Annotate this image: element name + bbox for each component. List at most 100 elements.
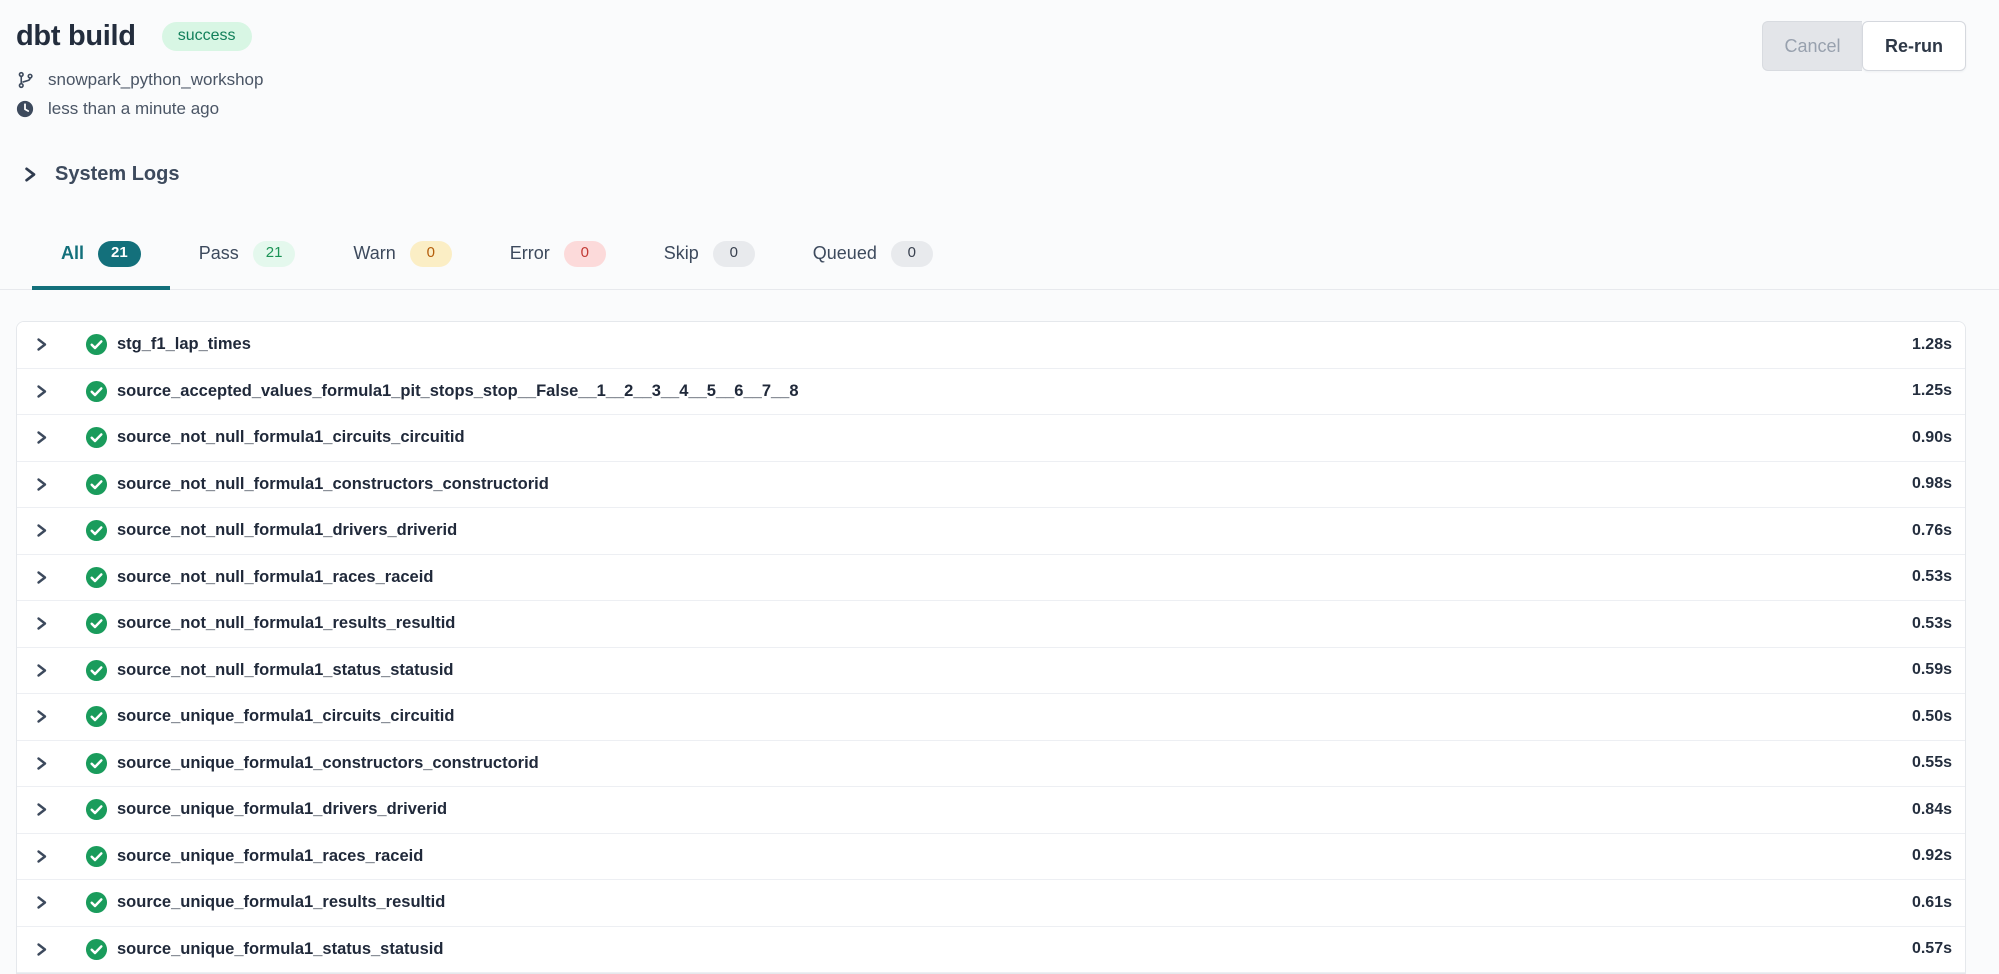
check-circle-icon — [85, 612, 108, 635]
tab-count-badge: 21 — [98, 241, 141, 267]
result-duration: 0.53s — [1912, 615, 1952, 633]
tab-label: Queued — [813, 243, 877, 264]
tab-error[interactable]: Error 0 — [481, 232, 635, 290]
result-name: source_unique_formula1_status_statusid — [117, 940, 443, 959]
chevron-right-icon[interactable] — [34, 616, 49, 631]
result-name: source_not_null_formula1_circuits_circui… — [117, 428, 465, 447]
chevron-right-icon[interactable] — [34, 384, 49, 399]
check-circle-icon — [85, 752, 108, 775]
tab-all[interactable]: All 21 — [32, 232, 170, 290]
tab-label: Error — [510, 243, 550, 264]
chevron-right-icon[interactable] — [34, 849, 49, 864]
result-name: source_accepted_values_formula1_pit_stop… — [117, 382, 799, 401]
result-row[interactable]: source_unique_formula1_drivers_driverid … — [17, 787, 1965, 834]
result-name: source_unique_formula1_drivers_driverid — [117, 800, 447, 819]
results-list: stg_f1_lap_times 1.28s source_accepted_v… — [16, 321, 1966, 974]
result-duration: 0.59s — [1912, 661, 1952, 679]
result-duration: 0.76s — [1912, 522, 1952, 540]
tab-count-badge: 21 — [253, 241, 296, 267]
result-duration: 0.90s — [1912, 429, 1952, 447]
result-duration: 0.50s — [1912, 708, 1952, 726]
cancel-button[interactable]: Cancel — [1762, 21, 1862, 71]
result-name: source_not_null_formula1_results_resulti… — [117, 614, 455, 633]
chevron-right-icon[interactable] — [34, 709, 49, 724]
result-row[interactable]: source_unique_formula1_circuits_circuiti… — [17, 694, 1965, 741]
result-row[interactable]: source_not_null_formula1_results_resulti… — [17, 601, 1965, 648]
tab-count-badge: 0 — [564, 241, 606, 267]
tab-count-badge: 0 — [713, 241, 755, 267]
chevron-right-icon[interactable] — [34, 802, 49, 817]
chevron-right-icon[interactable] — [34, 337, 49, 352]
tabs: All 21 Pass 21 Warn 0 Error 0 Skip 0 Que… — [0, 232, 1999, 290]
check-circle-icon — [85, 938, 108, 961]
chevron-right-icon[interactable] — [34, 570, 49, 585]
system-logs-label: System Logs — [55, 163, 179, 186]
branch-name: snowpark_python_workshop — [48, 70, 263, 90]
result-duration: 1.28s — [1912, 336, 1952, 354]
check-circle-icon — [85, 519, 108, 542]
check-circle-icon — [85, 426, 108, 449]
result-row[interactable]: source_accepted_values_formula1_pit_stop… — [17, 369, 1965, 416]
result-name: source_unique_formula1_circuits_circuiti… — [117, 707, 454, 726]
result-name: source_not_null_formula1_status_statusid — [117, 661, 454, 680]
tab-warn[interactable]: Warn 0 — [324, 232, 480, 290]
git-branch-icon — [16, 71, 34, 89]
tab-label: Warn — [353, 243, 395, 264]
tab-label: Skip — [664, 243, 699, 264]
status-badge: success — [162, 22, 252, 51]
result-name: source_unique_formula1_results_resultid — [117, 893, 445, 912]
check-circle-icon — [85, 659, 108, 682]
check-circle-icon — [85, 473, 108, 496]
tab-queued[interactable]: Queued 0 — [784, 232, 962, 290]
chevron-right-icon[interactable] — [34, 663, 49, 678]
result-duration: 0.57s — [1912, 940, 1952, 958]
chevron-right-icon[interactable] — [34, 895, 49, 910]
result-row[interactable]: source_unique_formula1_status_statusid 0… — [17, 927, 1965, 974]
chevron-right-icon[interactable] — [34, 477, 49, 492]
result-row[interactable]: stg_f1_lap_times 1.28s — [17, 322, 1965, 369]
result-row[interactable]: source_not_null_formula1_constructors_co… — [17, 462, 1965, 509]
result-row[interactable]: source_not_null_formula1_status_statusid… — [17, 648, 1965, 695]
check-circle-icon — [85, 333, 108, 356]
check-circle-icon — [85, 891, 108, 914]
result-duration: 0.61s — [1912, 894, 1952, 912]
result-row[interactable]: source_not_null_formula1_races_raceid 0.… — [17, 555, 1965, 602]
result-duration: 0.53s — [1912, 568, 1952, 586]
tab-skip[interactable]: Skip 0 — [635, 232, 784, 290]
check-circle-icon — [85, 705, 108, 728]
result-name: stg_f1_lap_times — [117, 335, 251, 354]
result-row[interactable]: source_unique_formula1_races_raceid 0.92… — [17, 834, 1965, 881]
system-logs-toggle[interactable]: System Logs — [22, 163, 179, 186]
check-circle-icon — [85, 798, 108, 821]
check-circle-icon — [85, 845, 108, 868]
tab-count-badge: 0 — [410, 241, 452, 267]
clock-icon — [16, 100, 34, 118]
result-duration: 1.25s — [1912, 382, 1952, 400]
result-name: source_not_null_formula1_races_raceid — [117, 568, 433, 587]
chevron-right-icon[interactable] — [34, 430, 49, 445]
result-name: source_unique_formula1_constructors_cons… — [117, 754, 539, 773]
result-duration: 0.55s — [1912, 754, 1952, 772]
result-name: source_unique_formula1_races_raceid — [117, 847, 423, 866]
time-ago: less than a minute ago — [48, 99, 219, 119]
result-row[interactable]: source_unique_formula1_constructors_cons… — [17, 741, 1965, 788]
run-actions: Cancel Re-run — [1762, 21, 1966, 71]
tab-pass[interactable]: Pass 21 — [170, 232, 325, 290]
result-row[interactable]: source_not_null_formula1_circuits_circui… — [17, 415, 1965, 462]
chevron-right-icon — [22, 166, 38, 183]
result-duration: 0.84s — [1912, 801, 1952, 819]
run-header: dbt build success snowpark_python_worksh… — [0, 0, 1999, 119]
check-circle-icon — [85, 566, 108, 589]
tab-label: All — [61, 243, 84, 264]
time-row: less than a minute ago — [16, 99, 1965, 119]
chevron-right-icon[interactable] — [34, 523, 49, 538]
result-name: source_not_null_formula1_drivers_driveri… — [117, 521, 457, 540]
rerun-button[interactable]: Re-run — [1862, 21, 1966, 71]
page-title: dbt build — [16, 20, 136, 53]
chevron-right-icon[interactable] — [34, 942, 49, 957]
result-row[interactable]: source_not_null_formula1_drivers_driveri… — [17, 508, 1965, 555]
chevron-right-icon[interactable] — [34, 756, 49, 771]
branch-row: snowpark_python_workshop — [16, 70, 1965, 90]
tab-count-badge: 0 — [891, 241, 933, 267]
result-row[interactable]: source_unique_formula1_results_resultid … — [17, 880, 1965, 927]
